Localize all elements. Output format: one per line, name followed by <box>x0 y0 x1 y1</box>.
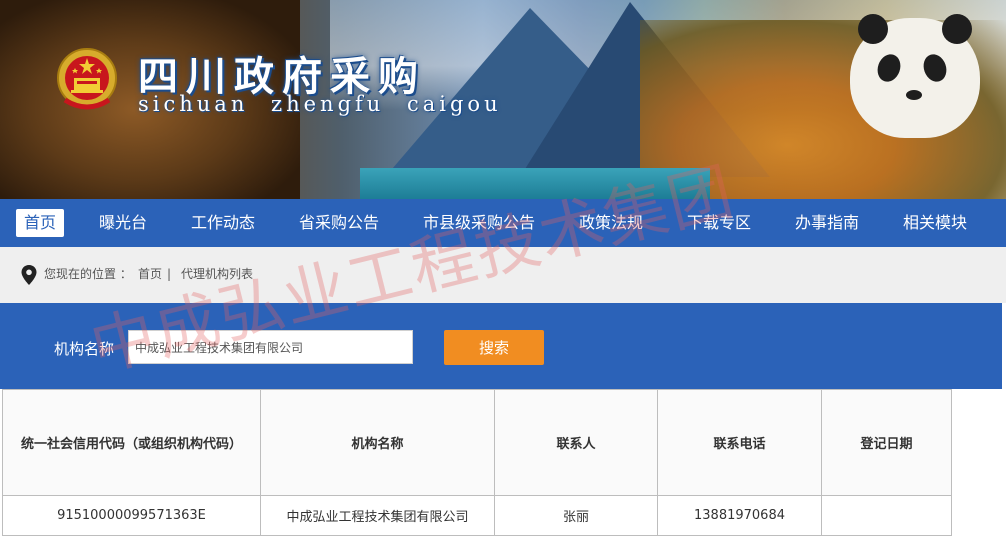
site-subtitle: sichuan zhengfu caigou <box>138 92 502 116</box>
column-header-contact: 联系人 <box>494 389 658 496</box>
national-emblem-icon <box>57 48 117 110</box>
table-header-row: 统一社会信用代码（或组织机构代码） 机构名称 联系人 联系电话 登记日期 <box>2 389 952 496</box>
breadcrumb-prefix: 您现在的位置 ： <box>44 267 132 281</box>
nav-item-guide[interactable]: 办事指南 <box>787 209 867 237</box>
search-panel: 机构名称 搜索 <box>0 303 1002 389</box>
breadcrumb-separator: | <box>167 267 172 281</box>
breadcrumb-current: 代理机构列表 <box>181 267 254 281</box>
breadcrumb-home-link[interactable]: 首页 <box>138 266 162 282</box>
panda-image <box>850 14 980 138</box>
org-name-label: 机构名称 <box>54 340 115 358</box>
table-row[interactable]: 91510000099571363E 中成弘业工程技术集团有限公司 张丽 138… <box>2 495 952 536</box>
nav-item-policies[interactable]: 政策法规 <box>571 209 651 237</box>
column-header-phone: 联系电话 <box>657 389 822 496</box>
column-header-reg-date: 登记日期 <box>821 389 952 496</box>
cell-reg-date <box>821 495 952 536</box>
cell-contact: 张丽 <box>494 495 658 536</box>
breadcrumb: 您现在的位置 ： 首页 | 代理机构列表 <box>0 247 1006 303</box>
location-pin-icon <box>21 265 37 285</box>
nav-item-exposure[interactable]: 曝光台 <box>91 209 155 237</box>
banner-lake <box>360 168 710 199</box>
nav-item-city-notices[interactable]: 市县级采购公告 <box>415 209 543 237</box>
org-name-input[interactable] <box>128 330 413 364</box>
nav-item-related[interactable]: 相关模块 <box>895 209 975 237</box>
cell-phone: 13881970684 <box>657 495 822 536</box>
column-header-credit-code: 统一社会信用代码（或组织机构代码） <box>2 389 261 496</box>
search-button[interactable]: 搜索 <box>444 330 544 365</box>
nav-item-news[interactable]: 工作动态 <box>183 209 263 237</box>
nav-item-province-notices[interactable]: 省采购公告 <box>291 209 387 237</box>
nav-item-downloads[interactable]: 下载专区 <box>679 209 759 237</box>
column-header-org-name: 机构名称 <box>260 389 495 496</box>
nav-item-home[interactable]: 首页 <box>16 209 65 237</box>
agency-table: 统一社会信用代码（或组织机构代码） 机构名称 联系人 联系电话 登记日期 915… <box>2 389 952 536</box>
cell-credit-code: 91510000099571363E <box>2 495 261 536</box>
cell-org-name: 中成弘业工程技术集团有限公司 <box>260 495 495 536</box>
header-banner: 四川政府采购 sichuan zhengfu caigou <box>0 0 1006 199</box>
main-nav: 首页 曝光台 工作动态 省采购公告 市县级采购公告 政策法规 下载专区 办事指南… <box>0 199 1006 247</box>
